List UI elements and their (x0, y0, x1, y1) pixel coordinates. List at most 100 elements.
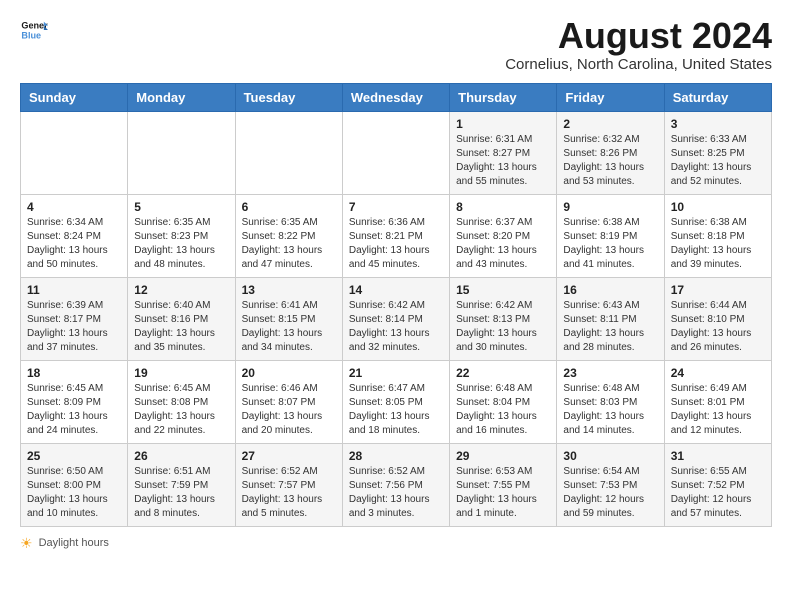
day-info: Sunrise: 6:37 AM Sunset: 8:20 PM Dayligh… (456, 216, 550, 272)
day-info: Sunrise: 6:44 AM Sunset: 8:10 PM Dayligh… (671, 299, 765, 355)
calendar-cell: 17Sunrise: 6:44 AM Sunset: 8:10 PM Dayli… (664, 277, 771, 360)
day-info: Sunrise: 6:43 AM Sunset: 8:11 PM Dayligh… (563, 299, 657, 355)
calendar-cell: 15Sunrise: 6:42 AM Sunset: 8:13 PM Dayli… (450, 277, 557, 360)
calendar-cell: 26 Sunrise: 6:51 AM Sunset: 7:59 PM Dayli… (128, 443, 235, 526)
weekday-header: Wednesday (342, 83, 449, 111)
calendar-cell: 10Sunrise: 6:38 AM Sunset: 8:18 PM Dayli… (664, 194, 771, 277)
day-number: 18 (27, 366, 121, 380)
calendar-cell: 30Sunrise: 6:54 AM Sunset: 7:53 PM Dayli… (557, 443, 664, 526)
calendar-cell (235, 111, 342, 194)
calendar-cell: 9 Sunrise: 6:38 AM Sunset: 8:19 PM Daylig… (557, 194, 664, 277)
day-number: 3 (671, 117, 765, 131)
calendar-cell: 22 Sunrise: 6:48 AM Sunset: 8:04 PM Dayli… (450, 360, 557, 443)
calendar-cell: 21 Sunrise: 6:47 AM Sunset: 8:05 PM Dayli… (342, 360, 449, 443)
calendar-cell: 13 Sunrise: 6:41 AM Sunset: 8:15 PM Dayli… (235, 277, 342, 360)
day-number: 2 (563, 117, 657, 131)
day-number: 28 (349, 449, 443, 463)
day-number: 6 (242, 200, 336, 214)
day-info: Sunrise: 6:41 AM Sunset: 8:15 PM Dayligh… (242, 299, 336, 355)
day-info: Sunrise: 6:31 AM Sunset: 8:27 PM Dayligh… (456, 133, 550, 189)
weekday-header: Monday (128, 83, 235, 111)
calendar-cell: 11Sunrise: 6:39 AM Sunset: 8:17 PM Dayli… (21, 277, 128, 360)
title-area: August 2024 Cornelius, North Carolina, U… (505, 16, 772, 73)
calendar-table: SundayMondayTuesdayWednesdayThursdayFrid… (20, 83, 772, 527)
calendar-week-row: 4 Sunrise: 6:34 AM Sunset: 8:24 PM Daylig… (21, 194, 772, 277)
day-info: Sunrise: 6:53 AM Sunset: 7:55 PM Dayligh… (456, 465, 550, 521)
weekday-header-row: SundayMondayTuesdayWednesdayThursdayFrid… (21, 83, 772, 111)
weekday-header: Thursday (450, 83, 557, 111)
day-number: 14 (349, 283, 443, 297)
day-info: Sunrise: 6:52 AM Sunset: 7:57 PM Dayligh… (242, 465, 336, 521)
day-number: 15 (456, 283, 550, 297)
day-number: 20 (242, 366, 336, 380)
day-number: 26 (134, 449, 228, 463)
day-info: Sunrise: 6:42 AM Sunset: 8:14 PM Dayligh… (349, 299, 443, 355)
day-number: 23 (563, 366, 657, 380)
day-info: Sunrise: 6:35 AM Sunset: 8:22 PM Dayligh… (242, 216, 336, 272)
day-number: 16 (563, 283, 657, 297)
day-info: Sunrise: 6:47 AM Sunset: 8:05 PM Dayligh… (349, 382, 443, 438)
svg-text:Blue: Blue (21, 30, 41, 40)
calendar-cell: 7 Sunrise: 6:36 AM Sunset: 8:21 PM Daylig… (342, 194, 449, 277)
day-number: 13 (242, 283, 336, 297)
day-number: 21 (349, 366, 443, 380)
calendar-cell (21, 111, 128, 194)
weekday-header: Sunday (21, 83, 128, 111)
day-number: 8 (456, 200, 550, 214)
header: General Blue August 2024 Cornelius, Nort… (20, 16, 772, 73)
day-number: 7 (349, 200, 443, 214)
day-number: 12 (134, 283, 228, 297)
day-info: Sunrise: 6:36 AM Sunset: 8:21 PM Dayligh… (349, 216, 443, 272)
sun-icon: ☀ (20, 535, 33, 552)
day-number: 4 (27, 200, 121, 214)
calendar-cell: 12 Sunrise: 6:40 AM Sunset: 8:16 PM Dayli… (128, 277, 235, 360)
day-info: Sunrise: 6:48 AM Sunset: 8:03 PM Dayligh… (563, 382, 657, 438)
day-number: 10 (671, 200, 765, 214)
calendar-cell: 28Sunrise: 6:52 AM Sunset: 7:56 PM Dayli… (342, 443, 449, 526)
day-info: Sunrise: 6:46 AM Sunset: 8:07 PM Dayligh… (242, 382, 336, 438)
day-info: Sunrise: 6:48 AM Sunset: 8:04 PM Dayligh… (456, 382, 550, 438)
day-number: 11 (27, 283, 121, 297)
logo: General Blue (20, 16, 48, 44)
day-number: 30 (563, 449, 657, 463)
day-info: Sunrise: 6:51 AM Sunset: 7:59 PM Dayligh… (134, 465, 228, 521)
calendar-cell: 16 Sunrise: 6:43 AM Sunset: 8:11 PM Dayli… (557, 277, 664, 360)
calendar-cell (342, 111, 449, 194)
day-number: 25 (27, 449, 121, 463)
day-info: Sunrise: 6:38 AM Sunset: 8:19 PM Dayligh… (563, 216, 657, 272)
day-info: Sunrise: 6:35 AM Sunset: 8:23 PM Dayligh… (134, 216, 228, 272)
page-title: August 2024 (505, 16, 772, 56)
calendar-week-row: 25 Sunrise: 6:50 AM Sunset: 8:00 PM Dayli… (21, 443, 772, 526)
calendar-cell: 24Sunrise: 6:49 AM Sunset: 8:01 PM Dayli… (664, 360, 771, 443)
day-number: 31 (671, 449, 765, 463)
day-number: 24 (671, 366, 765, 380)
day-info: Sunrise: 6:55 AM Sunset: 7:52 PM Dayligh… (671, 465, 765, 521)
calendar-cell: 29 Sunrise: 6:53 AM Sunset: 7:55 PM Dayli… (450, 443, 557, 526)
calendar-cell: 23 Sunrise: 6:48 AM Sunset: 8:03 PM Dayli… (557, 360, 664, 443)
calendar-cell: 4 Sunrise: 6:34 AM Sunset: 8:24 PM Daylig… (21, 194, 128, 277)
day-number: 22 (456, 366, 550, 380)
calendar-cell: 14 Sunrise: 6:42 AM Sunset: 8:14 PM Dayli… (342, 277, 449, 360)
day-info: Sunrise: 6:34 AM Sunset: 8:24 PM Dayligh… (27, 216, 121, 272)
day-info: Sunrise: 6:40 AM Sunset: 8:16 PM Dayligh… (134, 299, 228, 355)
day-number: 9 (563, 200, 657, 214)
weekday-header: Friday (557, 83, 664, 111)
calendar-cell: 6 Sunrise: 6:35 AM Sunset: 8:22 PM Daylig… (235, 194, 342, 277)
calendar-cell: 19Sunrise: 6:45 AM Sunset: 8:08 PM Dayli… (128, 360, 235, 443)
calendar-cell: 2 Sunrise: 6:32 AM Sunset: 8:26 PM Daylig… (557, 111, 664, 194)
day-info: Sunrise: 6:45 AM Sunset: 8:09 PM Dayligh… (27, 382, 121, 438)
calendar-cell: 8 Sunrise: 6:37 AM Sunset: 8:20 PM Daylig… (450, 194, 557, 277)
day-number: 27 (242, 449, 336, 463)
day-info: Sunrise: 6:50 AM Sunset: 8:00 PM Dayligh… (27, 465, 121, 521)
day-info: Sunrise: 6:33 AM Sunset: 8:25 PM Dayligh… (671, 133, 765, 189)
calendar-cell: 27 Sunrise: 6:52 AM Sunset: 7:57 PM Dayli… (235, 443, 342, 526)
day-info: Sunrise: 6:32 AM Sunset: 8:26 PM Dayligh… (563, 133, 657, 189)
footer-note: ☀ Daylight hours (20, 535, 772, 552)
calendar-week-row: 18 Sunrise: 6:45 AM Sunset: 8:09 PM Dayli… (21, 360, 772, 443)
day-number: 19 (134, 366, 228, 380)
day-number: 5 (134, 200, 228, 214)
day-number: 1 (456, 117, 550, 131)
calendar-cell: 18 Sunrise: 6:45 AM Sunset: 8:09 PM Dayli… (21, 360, 128, 443)
page-subtitle: Cornelius, North Carolina, United States (505, 56, 772, 73)
day-number: 29 (456, 449, 550, 463)
